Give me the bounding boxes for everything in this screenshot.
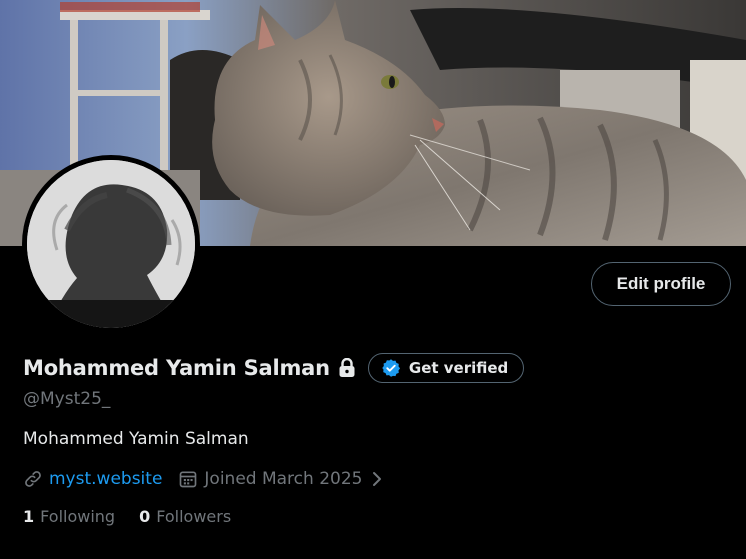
avatar-image: [27, 160, 195, 328]
get-verified-button[interactable]: Get verified: [367, 353, 525, 383]
chevron-right-icon: [370, 470, 384, 488]
follow-stats: 1 Following 0 Followers: [23, 507, 231, 526]
profile-name-row: Mohammed Yamin Salman Get verified: [23, 350, 525, 386]
profile-avatar[interactable]: [22, 155, 200, 333]
following-count: 1: [23, 507, 35, 526]
followers-label: Followers: [156, 507, 232, 526]
profile-handle: @Myst25_: [23, 389, 111, 409]
joined-date: Joined March 2025: [204, 469, 363, 489]
profile-bio: Mohammed Yamin Salman: [23, 429, 249, 449]
following-link[interactable]: 1 Following: [23, 507, 115, 526]
website-item: myst.website: [23, 469, 162, 489]
followers-link[interactable]: 0 Followers: [139, 507, 231, 526]
following-label: Following: [40, 507, 116, 526]
calendar-icon: [178, 469, 198, 489]
link-icon: [23, 469, 43, 489]
get-verified-label: Get verified: [408, 359, 509, 377]
joined-item[interactable]: Joined March 2025: [178, 469, 384, 489]
lock-icon: [338, 358, 356, 378]
website-link[interactable]: myst.website: [49, 469, 162, 489]
display-name: Mohammed Yamin Salman: [23, 356, 330, 380]
verified-badge-icon: [381, 358, 401, 378]
edit-profile-button[interactable]: Edit profile: [591, 262, 731, 306]
profile-meta-row: myst.website Joined March 2025: [23, 466, 384, 492]
followers-count: 0: [139, 507, 151, 526]
